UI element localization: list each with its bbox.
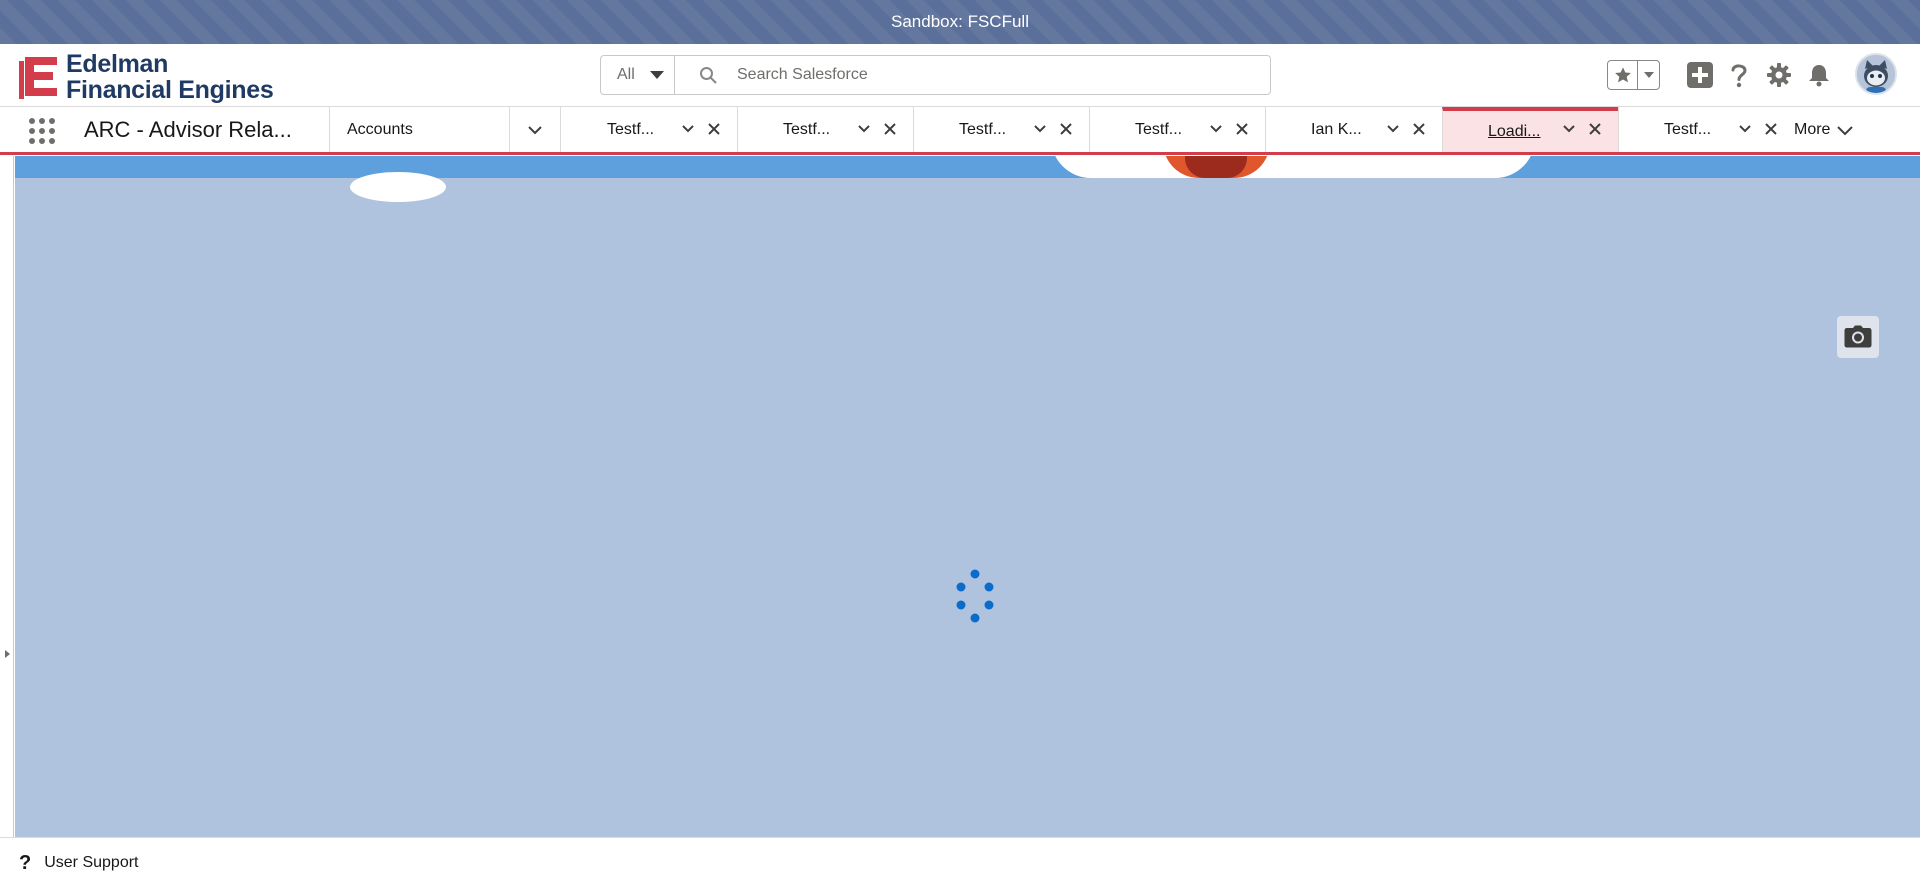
tab-chevron-down-icon[interactable] [1208, 121, 1224, 137]
search-icon [700, 67, 717, 84]
camera-icon [1844, 325, 1872, 348]
tab-close-icon[interactable] [1587, 121, 1603, 137]
header-card [1051, 156, 1535, 178]
setup-button[interactable] [1763, 59, 1795, 91]
sandbox-banner: Sandbox: FSCFull [0, 0, 1920, 44]
logo-line-1: Edelman [66, 50, 169, 78]
tab-label: Testf... [1664, 120, 1712, 138]
global-search: All [600, 55, 1271, 95]
tab-label: Testf... [1135, 120, 1183, 138]
search-scope-label: All [617, 66, 635, 83]
search-scope-dropdown[interactable]: All [601, 56, 675, 94]
tab-label: Ian K... [1311, 120, 1362, 138]
search-input[interactable] [735, 65, 1255, 85]
tab-label: Loadi... [1488, 122, 1541, 140]
tab-close-icon[interactable] [1411, 121, 1427, 137]
chevron-down-icon [1837, 125, 1854, 135]
workspace-tab[interactable]: Testf... [1618, 107, 1794, 152]
tab-chevron-down-icon[interactable] [1385, 121, 1401, 137]
tab-chevron-down-icon[interactable] [1737, 121, 1753, 137]
camera-button[interactable] [1837, 316, 1879, 358]
company-logo[interactable]: Edelman Financial Engines [19, 50, 274, 104]
split-view-panel-edge [0, 156, 14, 837]
accounts-dropdown-button[interactable] [509, 107, 560, 152]
more-tabs-button[interactable]: More [1794, 107, 1854, 152]
tab-close-icon[interactable] [1058, 121, 1074, 137]
workspace-tab[interactable]: Testf... [737, 107, 913, 152]
loading-spinner-icon [956, 569, 994, 623]
astro-avatar-icon [1857, 55, 1895, 93]
user-avatar[interactable] [1855, 53, 1897, 95]
global-header: Edelman Financial Engines All [0, 44, 1920, 107]
help-button[interactable] [1723, 59, 1755, 91]
question-icon: ? [19, 851, 32, 874]
workspace-tab[interactable]: Ian K... [1265, 107, 1442, 152]
app-launcher-icon[interactable] [28, 117, 56, 145]
edelman-logo-mark-icon [19, 57, 57, 99]
tab-chevron-down-icon[interactable] [680, 121, 696, 137]
tab-chevron-down-icon[interactable] [1032, 121, 1048, 137]
tab-close-icon[interactable] [882, 121, 898, 137]
tab-close-icon[interactable] [706, 121, 722, 137]
caret-down-icon [650, 71, 664, 79]
tab-label: Testf... [607, 120, 655, 138]
split-view-toggle-icon[interactable] [5, 650, 10, 658]
favorites-list-button[interactable] [1638, 61, 1659, 89]
workspace-tab-active[interactable]: Loadi... [1442, 107, 1618, 152]
global-actions-button[interactable] [1684, 59, 1716, 91]
notifications-bell-icon [1809, 65, 1829, 87]
workspace-tab[interactable]: Testf... [560, 107, 737, 152]
favorites-button-group [1607, 60, 1660, 90]
tab-label: Testf... [959, 120, 1007, 138]
tab-label: Accounts [347, 120, 413, 138]
favorites-list-icon [1643, 72, 1654, 78]
tab-close-icon[interactable] [1234, 121, 1250, 137]
record-header-strip [15, 156, 1920, 178]
header-badge-inner [1185, 156, 1247, 178]
workspace-loading-overlay [15, 156, 1920, 837]
tab-chevron-down-icon[interactable] [1561, 121, 1577, 137]
logo-text: Edelman Financial Engines [66, 50, 274, 104]
utility-item-label: User Support [44, 854, 139, 871]
workspace-tab[interactable]: Testf... [913, 107, 1089, 152]
search-field [675, 56, 1270, 94]
workspace-tab[interactable]: Testf... [1089, 107, 1265, 152]
header-decoration [350, 172, 446, 202]
global-actions-plus-icon [1687, 62, 1713, 88]
setup-gear-icon [1767, 63, 1791, 87]
tab-label: Testf... [783, 120, 831, 138]
navigation-bar: ARC - Advisor Rela... Accounts Testf... … [0, 107, 1920, 155]
tab-close-icon[interactable] [1763, 121, 1779, 137]
help-icon [1731, 64, 1747, 88]
utility-bar: ? User Support [0, 837, 1920, 888]
utility-item-user-support[interactable]: ? User Support [19, 852, 138, 875]
favorites-star-button[interactable] [1608, 61, 1638, 89]
app-name: ARC - Advisor Rela... [84, 117, 292, 142]
more-label: More [1794, 120, 1831, 138]
sandbox-banner-text: Sandbox: FSCFull [891, 12, 1029, 31]
chevron-down-icon [528, 125, 542, 134]
notifications-button[interactable] [1803, 59, 1835, 91]
tab-chevron-down-icon[interactable] [856, 121, 872, 137]
favorites-star-icon [1614, 67, 1631, 83]
tab-accounts[interactable]: Accounts [329, 107, 509, 152]
logo-line-2: Financial Engines [66, 76, 274, 104]
